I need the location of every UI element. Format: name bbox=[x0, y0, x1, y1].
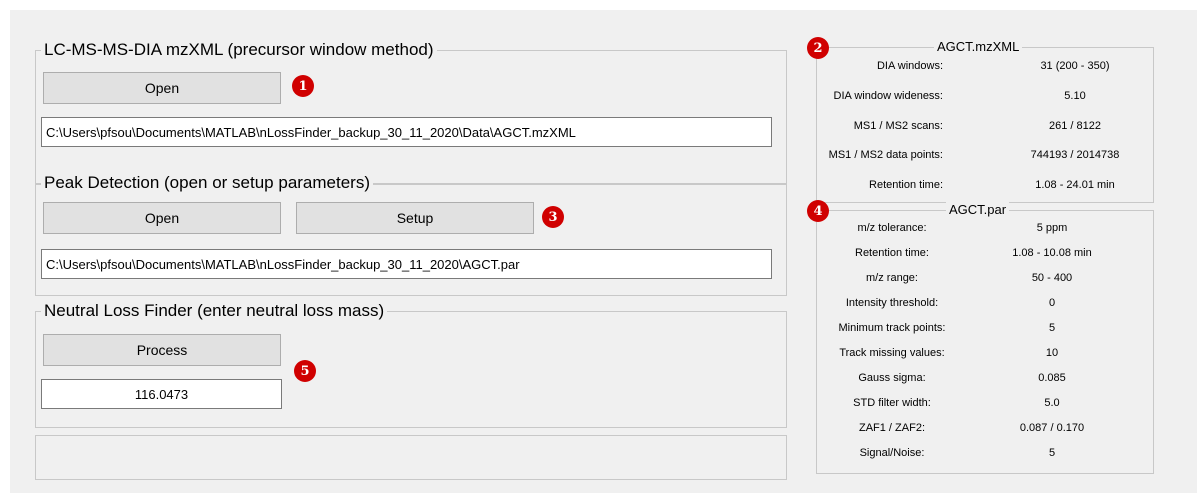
param-value: 5 bbox=[1048, 322, 1056, 334]
info-label: MS1 / MS2 data points: bbox=[828, 149, 943, 161]
app-window: LC-MS-MS-DIA mzXML (precursor window met… bbox=[10, 10, 1197, 493]
par-panel-title: AGCT.par bbox=[946, 202, 1010, 218]
param-label: Intensity threshold: bbox=[845, 297, 939, 309]
info-row: MS1 / MS2 data points: 744193 / 2014738 bbox=[817, 149, 1153, 165]
info-label: Retention time: bbox=[869, 179, 943, 191]
param-value: 1.08 - 10.08 min bbox=[1012, 247, 1092, 259]
param-row: m/z range: 50 - 400 bbox=[817, 272, 1153, 288]
mzxml-path-field[interactable]: C:\Users\pfsou\Documents\MATLAB\nLossFin… bbox=[41, 117, 772, 147]
info-row: DIA windows: 31 (200 - 350) bbox=[817, 60, 1153, 76]
par-path-field[interactable]: C:\Users\pfsou\Documents\MATLAB\nLossFin… bbox=[41, 249, 772, 279]
param-label: m/z range: bbox=[866, 272, 918, 284]
info-value: 5.10 bbox=[1064, 90, 1086, 102]
neutral-loss-group: Neutral Loss Finder (enter neutral loss … bbox=[35, 300, 787, 428]
param-value: 10 bbox=[1045, 347, 1059, 359]
param-row: Minimum track points: 5 bbox=[817, 322, 1153, 338]
param-row: Intensity threshold: 0 bbox=[817, 297, 1153, 313]
param-label: Signal/Noise: bbox=[859, 447, 925, 459]
param-value: 5.0 bbox=[1044, 397, 1060, 409]
badge-4: 4 bbox=[807, 200, 829, 222]
param-value: 0.085 bbox=[1038, 372, 1066, 384]
info-label: MS1 / MS2 scans: bbox=[853, 120, 943, 132]
peak-detection-group: Peak Detection (open or setup parameters… bbox=[35, 172, 787, 296]
param-value: 50 - 400 bbox=[1031, 272, 1073, 284]
par-info-panel: AGCT.par m/z tolerance: 5 ppm Retention … bbox=[816, 202, 1154, 474]
param-row: ZAF1 / ZAF2: 0.087 / 0.170 bbox=[817, 422, 1153, 438]
peak-group-title: Peak Detection (open or setup parameters… bbox=[41, 172, 374, 194]
badge-2: 2 bbox=[807, 37, 829, 59]
param-label: Gauss sigma: bbox=[858, 372, 926, 384]
badge-1: 1 bbox=[292, 75, 314, 97]
param-label: ZAF1 / ZAF2: bbox=[858, 422, 925, 434]
param-value: 5 bbox=[1048, 447, 1056, 459]
param-row: m/z tolerance: 5 ppm bbox=[817, 222, 1153, 238]
param-value: 5 ppm bbox=[1036, 222, 1068, 234]
param-label: Minimum track points: bbox=[838, 322, 946, 334]
peak-open-button[interactable]: Open bbox=[43, 202, 281, 234]
status-bar bbox=[35, 435, 787, 480]
param-label: STD filter width: bbox=[853, 397, 931, 409]
info-row: MS1 / MS2 scans: 261 / 8122 bbox=[817, 120, 1153, 136]
param-row: STD filter width: 5.0 bbox=[817, 397, 1153, 413]
param-row: Signal/Noise: 5 bbox=[817, 447, 1153, 463]
param-value: 0 bbox=[1048, 297, 1056, 309]
info-row: DIA window wideness: 5.10 bbox=[817, 90, 1153, 106]
param-row: Retention time: 1.08 - 10.08 min bbox=[817, 247, 1153, 263]
info-label: DIA window wideness: bbox=[833, 90, 943, 102]
info-value: 1.08 - 24.01 min bbox=[1035, 179, 1115, 191]
neutral-loss-mass-input[interactable]: 116.0473 bbox=[41, 379, 282, 409]
nlf-group-title: Neutral Loss Finder (enter neutral loss … bbox=[41, 300, 388, 322]
process-button[interactable]: Process bbox=[43, 334, 281, 366]
lcms-group-title: LC-MS-MS-DIA mzXML (precursor window met… bbox=[41, 39, 437, 61]
param-value: 0.087 / 0.170 bbox=[1019, 422, 1085, 434]
badge-5: 5 bbox=[294, 360, 316, 382]
param-row: Gauss sigma: 0.085 bbox=[817, 372, 1153, 388]
param-row: Track missing values: 10 bbox=[817, 347, 1153, 363]
mzxml-panel-title: AGCT.mzXML bbox=[934, 39, 1023, 55]
info-value: 744193 / 2014738 bbox=[1030, 149, 1120, 161]
lcms-group: LC-MS-MS-DIA mzXML (precursor window met… bbox=[35, 39, 787, 185]
param-label: Track missing values: bbox=[839, 347, 945, 359]
param-label: Retention time: bbox=[855, 247, 929, 259]
mzxml-info-panel: AGCT.mzXML DIA windows: 31 (200 - 350) D… bbox=[816, 39, 1154, 203]
lcms-open-button[interactable]: Open bbox=[43, 72, 281, 104]
param-label: m/z tolerance: bbox=[857, 222, 927, 234]
badge-3: 3 bbox=[542, 206, 564, 228]
info-value: 261 / 8122 bbox=[1049, 120, 1101, 132]
peak-setup-button[interactable]: Setup bbox=[296, 202, 534, 234]
info-row: Retention time: 1.08 - 24.01 min bbox=[817, 179, 1153, 195]
info-label: DIA windows: bbox=[876, 60, 943, 72]
info-value: 31 (200 - 350) bbox=[1040, 60, 1110, 72]
